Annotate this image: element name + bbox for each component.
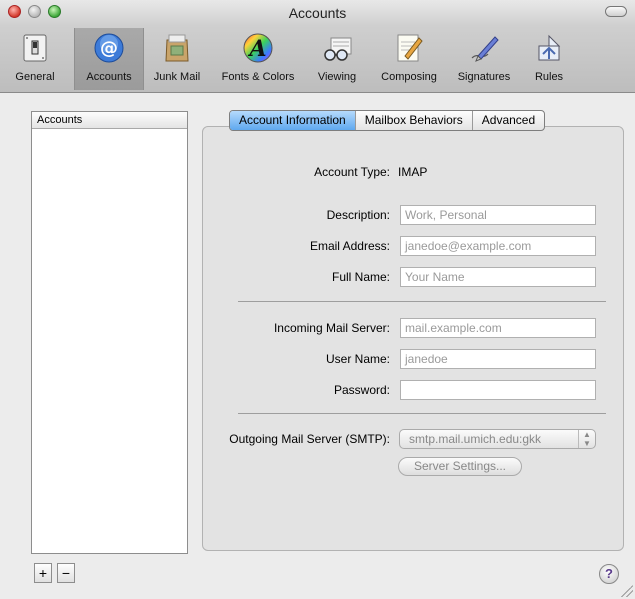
full-name-field[interactable]: Your Name [400,267,596,287]
description-field[interactable]: Work, Personal [400,205,596,225]
tab-advanced[interactable]: Advanced [473,111,544,130]
toolbar-rules[interactable]: Rules [524,28,574,90]
glasses-icon [324,37,352,61]
description-label: Description: [326,208,390,222]
preferences-toolbar: General @ Accounts Junk Mail A Fonts & C… [0,26,635,93]
password-field[interactable] [400,380,596,400]
toolbar-label: Signatures [457,71,511,83]
junk-mail-bag-icon [165,34,189,62]
section-divider [238,413,606,414]
preferences-window: Accounts General @ Accounts Junk Mail A … [0,0,635,599]
user-name-field[interactable]: janedoe [400,349,596,369]
tab-account-information[interactable]: Account Information [230,111,356,130]
toolbar-label: Composing [381,71,437,83]
incoming-server-field[interactable]: mail.example.com [400,318,596,338]
user-name-label: User Name: [325,352,390,366]
toolbar-toggle-button[interactable] [605,6,627,17]
resize-grip-icon[interactable] [621,585,633,597]
title-bar[interactable]: Accounts [0,0,635,26]
toolbar-signatures[interactable]: Signatures [448,28,520,90]
smtp-server-value: smtp.mail.umich.edu:gkk [409,432,542,446]
server-settings-button[interactable]: Server Settings... [398,457,522,476]
toolbar-general[interactable]: General [2,28,68,90]
accounts-pane: Accounts + − Account Information Mailbox… [0,93,635,599]
remove-account-button[interactable]: − [57,563,75,583]
email-address-field[interactable]: janedoe@example.com [400,236,596,256]
account-tabs: Account Information Mailbox Behaviors Ad… [229,110,546,131]
accounts-list-header: Accounts [32,112,187,129]
section-divider [238,301,606,302]
incoming-server-label: Incoming Mail Server: [273,321,390,335]
signature-pen-icon [471,36,499,62]
tab-mailbox-behaviors[interactable]: Mailbox Behaviors [356,111,473,130]
help-button[interactable]: ? [599,564,619,584]
toolbar-label: Accounts [86,71,132,83]
toolbar-fonts-colors[interactable]: A Fonts & Colors [212,28,304,90]
toolbar-composing[interactable]: Composing [372,28,446,90]
toolbar-label: Viewing [317,71,357,83]
smtp-label: Outgoing Mail Server (SMTP): [229,432,390,446]
color-font-icon: A [243,33,273,63]
toolbar-label: General [15,71,55,83]
at-sign-icon: @ [94,33,124,63]
toolbar-accounts[interactable]: @ Accounts [74,28,144,90]
full-name-label: Full Name: [331,270,390,284]
toolbar-label: Junk Mail [153,71,201,83]
email-address-label: Email Address: [309,239,390,253]
pencil-paper-icon [397,34,423,62]
svg-text:A: A [247,36,266,62]
account-type-value: IMAP [398,165,428,179]
account-details-panel [202,126,624,551]
account-type-label: Account Type: [314,165,390,179]
accounts-list[interactable]: Accounts [31,111,188,554]
rules-icon [538,34,561,61]
toolbar-label: Fonts & Colors [221,71,295,83]
toolbar-label: Rules [534,71,564,83]
toolbar-viewing[interactable]: Viewing [308,28,366,90]
toolbar-junk-mail[interactable]: Junk Mail [146,28,208,90]
window-title: Accounts [288,5,347,21]
smtp-server-popup[interactable]: smtp.mail.umich.edu:gkk ▲ ▼ [399,429,596,449]
popup-arrows-icon: ▲ ▼ [578,430,595,448]
add-account-button[interactable]: + [34,563,52,583]
password-label: Password: [333,383,390,397]
switch-icon [23,34,47,62]
svg-text:@: @ [100,38,118,59]
